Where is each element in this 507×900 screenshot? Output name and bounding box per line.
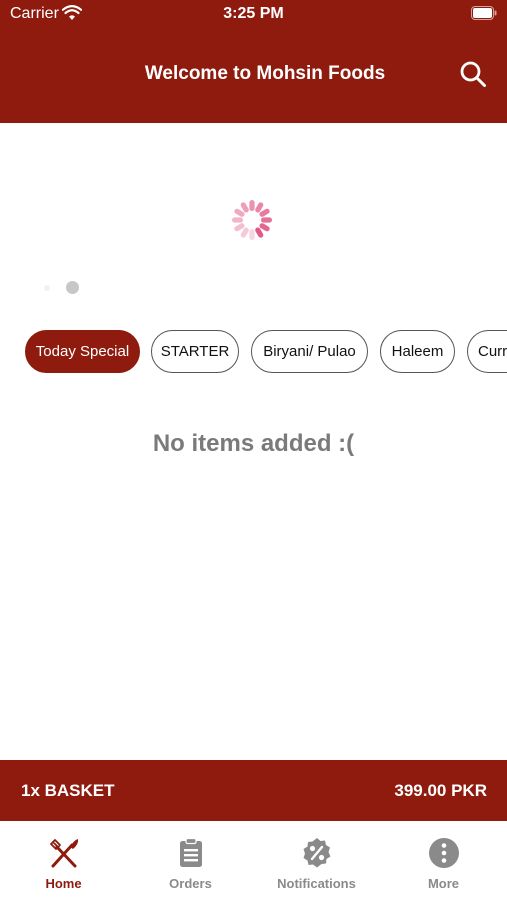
battery-icon <box>471 6 497 20</box>
bottom-tab-bar: Home Orders Notifications More <box>0 821 507 900</box>
percent-badge-icon <box>303 838 330 868</box>
tabbar-orders[interactable]: Orders <box>127 821 254 900</box>
spinner-petal <box>249 229 255 240</box>
tabbar-more-label: More <box>427 876 460 891</box>
spinner-petal <box>232 217 243 223</box>
status-time: 3:25 PM <box>223 5 284 22</box>
tabbar-home[interactable]: Home <box>0 821 127 900</box>
tab-haleem[interactable]: Haleem <box>380 330 455 373</box>
tab-today-special[interactable]: Today Special <box>25 330 140 373</box>
tab-starter[interactable]: STARTER <box>151 330 239 373</box>
empty-state-message: No items added :( <box>152 430 355 457</box>
tab-curry[interactable]: Curr <box>467 330 507 373</box>
tabbar-home-label: Home <box>45 876 82 891</box>
basket-bar[interactable]: 1x BASKET 399.00 PKR <box>0 760 507 821</box>
page-indicator-dot <box>44 285 50 291</box>
page-title: Welcome to Mohsin Foods <box>144 63 386 84</box>
tabbar-more[interactable]: More <box>380 821 507 900</box>
basket-total: 399.00 PKR <box>394 781 487 800</box>
status-bar: Carrier 3:25 PM <box>0 0 507 28</box>
tabbar-orders-label: Orders <box>169 876 212 891</box>
basket-count: 1x BASKET <box>21 781 115 800</box>
clipboard-icon <box>179 837 202 867</box>
search-icon[interactable] <box>459 60 487 88</box>
more-icon <box>428 838 459 868</box>
loading-spinner-icon <box>232 200 272 240</box>
tabbar-notifications[interactable]: Notifications <box>253 821 380 900</box>
spinner-petal <box>249 200 255 211</box>
spinner-petal <box>261 217 272 223</box>
tabbar-notifications-label: Notifications <box>277 876 356 891</box>
fork-knife-icon <box>49 839 78 868</box>
app-header: Carrier 3:25 PM Welcome to Mohsin Foods <box>0 0 507 123</box>
page-indicator-dot-active[interactable] <box>66 281 79 294</box>
tab-biryani-pulao[interactable]: Biryani/ Pulao <box>251 330 368 373</box>
